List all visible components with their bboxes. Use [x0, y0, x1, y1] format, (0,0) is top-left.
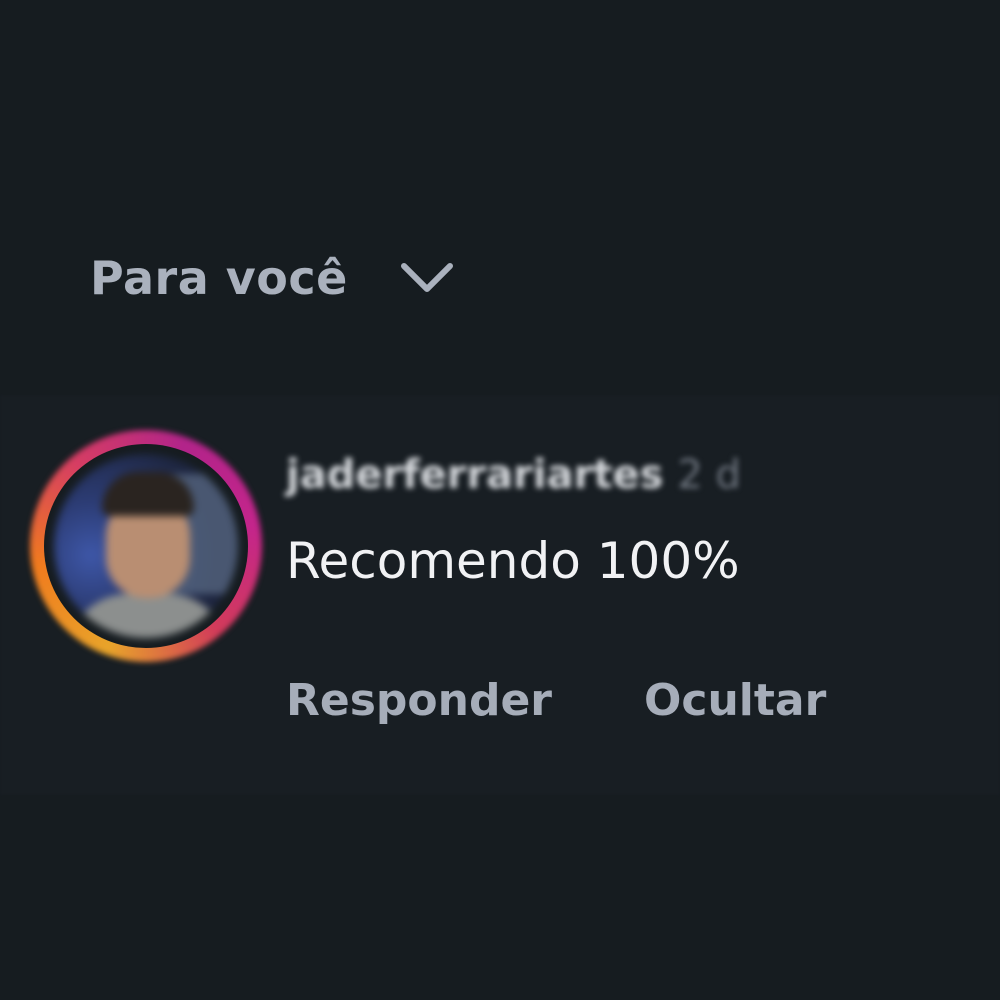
comment-timestamp: 2 d — [677, 452, 741, 498]
avatar-shirt — [68, 594, 228, 638]
hide-button[interactable]: Ocultar — [644, 675, 826, 726]
comment-sort-label: Para você — [90, 251, 348, 305]
comment-sort-dropdown[interactable]: Para você — [90, 248, 456, 308]
comment-username[interactable]: jaderferrariartes — [286, 452, 663, 498]
comment-item: jaderferrariartes 2 d Recomendo 100% Resp… — [30, 430, 970, 760]
chevron-down-icon — [400, 263, 453, 292]
avatar[interactable] — [54, 454, 238, 638]
comment-text: Recomendo 100% — [286, 532, 740, 590]
comment-actions: Responder Ocultar — [286, 675, 826, 726]
reply-button[interactable]: Responder — [286, 675, 552, 726]
comments-screen: Para você jaderferrariartes 2 d Recomendo… — [0, 0, 1000, 1000]
comment-header: jaderferrariartes 2 d — [286, 452, 741, 498]
